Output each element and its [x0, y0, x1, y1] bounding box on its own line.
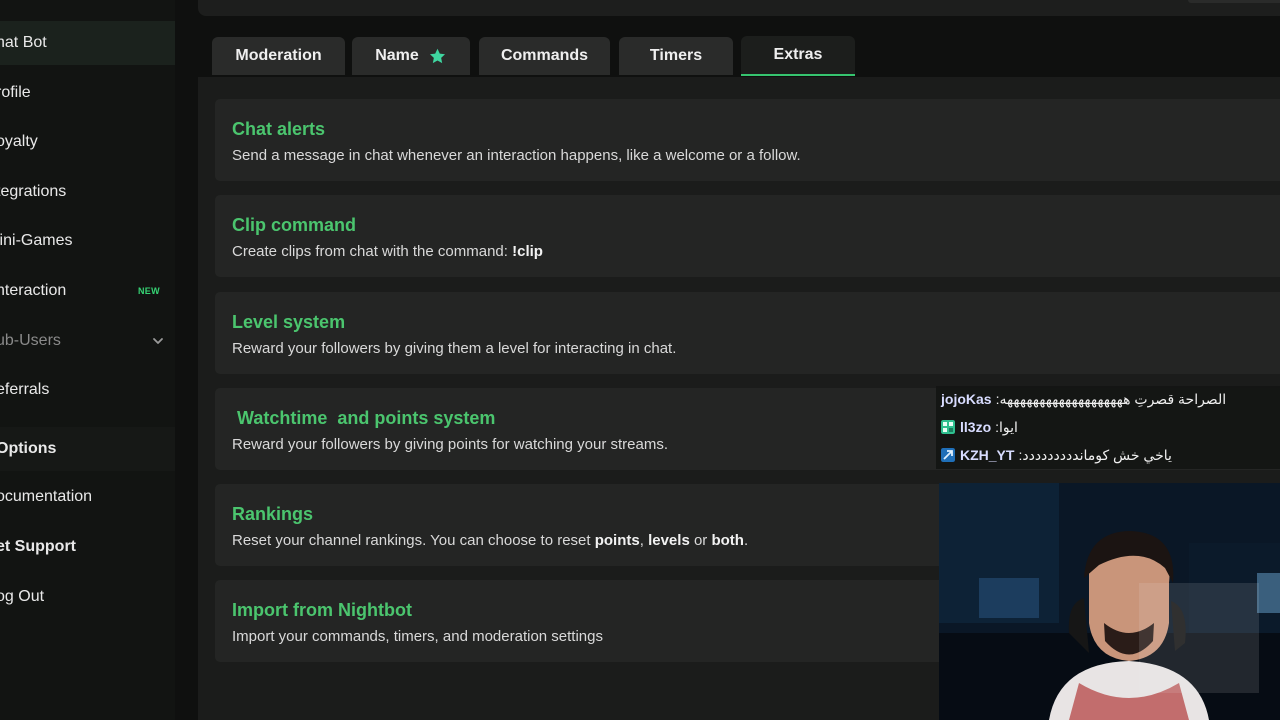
- sidebar-item-label: og Out: [0, 588, 45, 605]
- sidebar-item-label: eferrals: [0, 381, 50, 398]
- chat-username: ll3zo: [960, 419, 992, 435]
- card-description: Send a message in chat whenever an inter…: [232, 147, 801, 164]
- sidebar-item-label: ub-Users: [0, 332, 61, 349]
- card-clip-command[interactable]: Clip command Create clips from chat with…: [215, 195, 1280, 277]
- tab-commands[interactable]: Commands: [479, 37, 610, 75]
- card-title: Chat alerts: [232, 119, 326, 139]
- chat-message: KZH_YT : ياخي خش كومانددددددددد: [941, 444, 1172, 466]
- tab-label: Name: [375, 47, 419, 64]
- webcam-overlay: [939, 483, 1280, 720]
- sidebar-item-label: hat Bot: [0, 34, 47, 51]
- card-title: Clip command: [232, 215, 357, 235]
- top-bar: [198, 0, 1280, 16]
- chevron-down-icon: [153, 338, 163, 344]
- card-title: Rankings: [232, 504, 314, 524]
- card-description-text: .: [743, 532, 749, 549]
- emphasis-points: points: [594, 532, 640, 549]
- tab-label: Commands: [500, 47, 589, 64]
- sidebar: hat Bot rofile oyalty tegrations lini-Ga…: [0, 0, 175, 720]
- card-description-text: or: [689, 532, 712, 549]
- app-screen: hat Bot rofile oyalty tegrations lini-Ga…: [0, 0, 1280, 720]
- sidebar-item-options[interactable]: Options: [0, 427, 175, 471]
- tab-timers[interactable]: Timers: [619, 37, 733, 75]
- card-chat-alerts[interactable]: Chat alerts Send a message in chat whene…: [215, 99, 1280, 181]
- chat-username: KZH_YT: [960, 447, 1015, 463]
- card-title: Import from Nightbot: [232, 600, 412, 620]
- emphasis-levels: levels: [648, 532, 690, 549]
- card-description: Create clips from chat with the command:…: [232, 243, 543, 260]
- card-description: Reward your followers by giving them a l…: [232, 340, 677, 357]
- card-description-text: ,: [639, 532, 649, 549]
- sidebar-item-label: nteraction: [0, 282, 67, 299]
- card-title: Level system: [232, 312, 346, 332]
- sidebar-item-loyalty[interactable]: oyalty: [0, 120, 175, 164]
- sidebar-item-integrations[interactable]: tegrations: [0, 170, 175, 214]
- streamer-webcam-image: [939, 483, 1280, 720]
- stream-chat-overlay: jojoKas : الصراحة قصرتِ هههههههههههههههه…: [936, 386, 1280, 469]
- sidebar-item-interaction[interactable]: nteraction NEW: [0, 269, 175, 313]
- chat-username: jojoKas: [941, 391, 992, 407]
- card-description: Reward your followers by giving points f…: [232, 436, 669, 453]
- sidebar-item-referrals[interactable]: eferrals: [0, 368, 175, 412]
- sidebar-item-log-out[interactable]: og Out: [0, 575, 175, 619]
- sidebar-item-label: ocumentation: [0, 488, 93, 505]
- emphasis-both: both: [711, 532, 744, 549]
- card-description: Reset your channel rankings. You can cho…: [232, 532, 748, 549]
- grid-badge-icon: [941, 420, 955, 434]
- tab-label: Timers: [649, 47, 703, 64]
- chat-text: الصراحة قصرتِ هههههههههههههههههههه: [999, 390, 1227, 407]
- prime-badge-icon: [941, 448, 955, 462]
- card-description-text: Reset your channel rankings. You can cho…: [232, 532, 595, 549]
- tab-name[interactable]: Name: [352, 37, 470, 75]
- card-description: Import your commands, timers, and modera…: [232, 628, 603, 645]
- tab-extras[interactable]: Extras: [741, 36, 855, 76]
- top-bar-control: [1188, 0, 1280, 3]
- chat-message: jojoKas : الصراحة قصرتِ هههههههههههههههه…: [941, 388, 1226, 410]
- sidebar-item-profile[interactable]: rofile: [0, 71, 175, 115]
- sidebar-item-label: oyalty: [0, 133, 38, 150]
- tab-moderation[interactable]: Moderation: [212, 37, 345, 75]
- chat-message: ll3zo : ايوا: [941, 416, 1018, 438]
- sidebar-item-label: tegrations: [0, 183, 67, 200]
- card-title: Watchtime and points system: [232, 408, 496, 428]
- sidebar-item-mini-games[interactable]: lini-Games: [0, 219, 175, 263]
- card-description-text: Create clips from chat with the command:: [232, 243, 513, 260]
- chat-text: ايوا: [999, 418, 1018, 435]
- sidebar-item-label: lini-Games: [0, 232, 73, 249]
- sidebar-item-label: rofile: [0, 84, 31, 101]
- sidebar-item-label: Options: [0, 440, 57, 457]
- card-level-system[interactable]: Level system Reward your followers by gi…: [215, 292, 1280, 374]
- star-icon: [429, 48, 445, 63]
- chat-text: ياخي خش كومانددددددددد: [1022, 446, 1172, 463]
- tab-label: Moderation: [235, 47, 322, 64]
- new-badge: NEW: [138, 286, 160, 296]
- sidebar-item-get-support[interactable]: et Support: [0, 525, 175, 569]
- sidebar-item-chat-bot[interactable]: hat Bot: [0, 21, 175, 65]
- tab-label: Extras: [773, 46, 823, 63]
- sidebar-item-label: et Support: [0, 538, 76, 555]
- sidebar-item-documentation[interactable]: ocumentation: [0, 475, 175, 519]
- command-name: !clip: [512, 243, 543, 260]
- sidebar-item-sub-users[interactable]: ub-Users: [0, 319, 175, 363]
